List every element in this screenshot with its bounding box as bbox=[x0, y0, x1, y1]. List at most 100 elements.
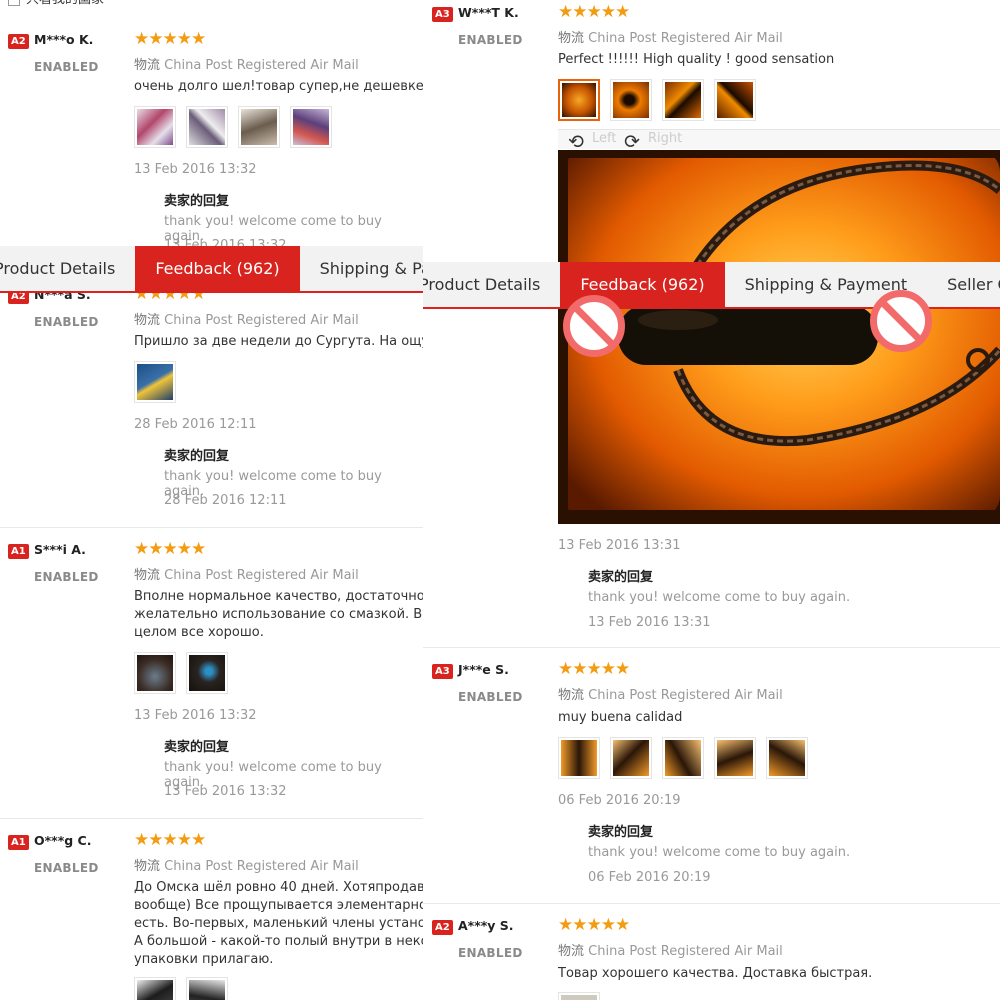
logistics-label: 物流 bbox=[134, 859, 161, 874]
star-rating: ★★★★★ bbox=[558, 2, 630, 22]
feedback-date: 13 Feb 2016 13:31 bbox=[558, 538, 681, 553]
buyer-status: ENABLED bbox=[458, 946, 523, 960]
feedback-text: Perfect !!!!!! High quality ! good sensa… bbox=[558, 52, 835, 67]
tab-product-details[interactable]: Product Details bbox=[0, 246, 135, 291]
logistics-info: 物流 China Post Registered Air Mail bbox=[558, 940, 783, 959]
feedback-item: A1 S***i A. ENABLED ★★★★★ 物流 China Post … bbox=[0, 528, 423, 819]
feedback-text-line: Вполне нормальное качество, достаточно т… bbox=[134, 589, 423, 604]
logistics-info: 物流 China Post Registered Air Mail bbox=[134, 309, 359, 328]
photo-thumbnail-selected[interactable] bbox=[558, 79, 600, 121]
feedback-text: Пришло за две недели до Сургута. На ощуп… bbox=[134, 334, 423, 349]
feedback-date: 28 Feb 2016 12:11 bbox=[134, 417, 257, 432]
photo-thumbnail[interactable] bbox=[714, 737, 756, 779]
rotate-right-label[interactable]: Right bbox=[648, 131, 682, 146]
buyer-status: ENABLED bbox=[458, 690, 523, 704]
feedback-item: A3 J***e S. ENABLED ★★★★★ 物流 China Post … bbox=[423, 648, 1000, 904]
tab-feedback[interactable]: Feedback (962) bbox=[135, 246, 300, 291]
prohibited-icon bbox=[870, 290, 932, 352]
image-rotate-bar: ⟲ Left ⟳ Right bbox=[558, 129, 1000, 153]
photo-thumbnail[interactable] bbox=[134, 106, 176, 148]
logistics-name: China Post Registered Air Mail bbox=[164, 58, 359, 73]
logistics-name: China Post Registered Air Mail bbox=[588, 688, 783, 703]
logistics-name: China Post Registered Air Mail bbox=[164, 859, 359, 874]
logistics-name: China Post Registered Air Mail bbox=[588, 944, 783, 959]
buyer-name: S***i A. bbox=[34, 542, 86, 557]
photo-thumbnail[interactable] bbox=[610, 79, 652, 121]
feedback-date: 13 Feb 2016 13:32 bbox=[134, 708, 257, 723]
photo-thumbnails bbox=[134, 977, 228, 1000]
photo-thumbnails bbox=[558, 992, 600, 1000]
star-rating: ★★★★★ bbox=[558, 915, 630, 935]
tab-shipping-payment[interactable]: Shipping & Payment bbox=[300, 246, 423, 291]
buyer-name: M***o K. bbox=[34, 32, 94, 47]
logistics-info: 物流 China Post Registered Air Mail bbox=[134, 54, 359, 73]
photo-thumbnail[interactable] bbox=[134, 652, 176, 694]
photo-thumbnail[interactable] bbox=[290, 106, 332, 148]
feedback-item: A1 O***g C. ENABLED ★★★★★ 物流 China Post … bbox=[0, 819, 423, 1000]
rotate-left-label[interactable]: Left bbox=[592, 131, 616, 146]
photo-thumbnail[interactable] bbox=[558, 992, 600, 1000]
logistics-label: 物流 bbox=[558, 31, 585, 46]
feedback-date: 13 Feb 2016 13:32 bbox=[134, 162, 257, 177]
seller-reply-title: 卖家的回复 bbox=[164, 740, 230, 755]
logistics-label: 物流 bbox=[134, 313, 161, 328]
logistics-name: China Post Registered Air Mail bbox=[588, 31, 783, 46]
photo-thumbnail[interactable] bbox=[134, 977, 176, 1000]
buyer-status: ENABLED bbox=[34, 861, 99, 875]
seller-reply-date: 06 Feb 2016 20:19 bbox=[588, 870, 711, 885]
seller-reply-text: thank you! welcome come to buy again. bbox=[588, 590, 851, 605]
star-rating: ★★★★★ bbox=[134, 539, 206, 559]
buyer-status: ENABLED bbox=[34, 570, 99, 584]
feedback-text-line: есть. Во-первых, маленький члены установ… bbox=[134, 916, 423, 931]
buyer-name: J***e S. bbox=[458, 662, 509, 677]
photo-thumbnail[interactable] bbox=[662, 79, 704, 121]
buyer-level-badge: A1 bbox=[8, 544, 29, 559]
seller-reply-date: 13 Feb 2016 13:32 bbox=[164, 784, 287, 799]
seller-reply-date: 28 Feb 2016 12:11 bbox=[164, 493, 287, 508]
buyer-status: ENABLED bbox=[458, 33, 523, 47]
logistics-label: 物流 bbox=[558, 944, 585, 959]
feedback-text: очень долго шел!товар супер,не дешевке!е… bbox=[134, 79, 423, 94]
photo-thumbnail[interactable] bbox=[134, 361, 176, 403]
buyer-name: A***y S. bbox=[458, 918, 514, 933]
logistics-label: 物流 bbox=[134, 568, 161, 583]
photo-thumbnails bbox=[134, 106, 332, 148]
feedback-text-line: До Омска шёл ровно 40 дней. Хотяпродавец… bbox=[134, 880, 423, 895]
photo-thumbnail[interactable] bbox=[766, 737, 808, 779]
buyer-level-badge: A1 bbox=[8, 835, 29, 850]
feedback-text-line: упаковки прилагаю. bbox=[134, 952, 274, 967]
seller-reply-title: 卖家的回复 bbox=[588, 570, 654, 585]
logistics-label: 物流 bbox=[558, 688, 585, 703]
feedback-item: A2 A***y S. ENABLED ★★★★★ 物流 China Post … bbox=[423, 904, 1000, 1000]
photo-thumbnail[interactable] bbox=[558, 737, 600, 779]
star-rating: ★★★★★ bbox=[558, 659, 630, 679]
star-rating: ★★★★★ bbox=[134, 29, 206, 49]
feedback-text-line: вообще) Все прощупывается элементарно. х… bbox=[134, 898, 423, 913]
seller-reply-title: 卖家的回复 bbox=[164, 449, 230, 464]
feedback-date: 06 Feb 2016 20:19 bbox=[558, 793, 681, 808]
tab-product-details[interactable]: Product Details bbox=[423, 262, 560, 307]
photo-thumbnail[interactable] bbox=[714, 79, 756, 121]
logistics-info: 物流 China Post Registered Air Mail bbox=[558, 27, 783, 46]
logistics-label: 物流 bbox=[134, 58, 161, 73]
logistics-info: 物流 China Post Registered Air Mail bbox=[558, 684, 783, 703]
seller-reply-date: 13 Feb 2016 13:31 bbox=[588, 615, 711, 630]
seller-reply-text: thank you! welcome come to buy again. bbox=[588, 845, 851, 860]
photo-thumbnail[interactable] bbox=[186, 106, 228, 148]
photo-thumbnail[interactable] bbox=[186, 977, 228, 1000]
logistics-name: China Post Registered Air Mail bbox=[164, 313, 359, 328]
seller-reply-title: 卖家的回复 bbox=[164, 194, 230, 209]
enlarged-feedback-photo[interactable] bbox=[558, 150, 1000, 524]
tab-seller-guarantees[interactable]: Seller Guarantees bbox=[927, 262, 1000, 307]
product-tabs: Product Details Feedback (962) Shipping … bbox=[0, 246, 423, 293]
photo-thumbnails bbox=[558, 79, 756, 121]
photo-thumbnail[interactable] bbox=[662, 737, 704, 779]
photo-thumbnail[interactable] bbox=[186, 652, 228, 694]
left-feedback-column: 只看我的国家 A2 M***o K. ENABLED ★★★★★ 物流 Chin… bbox=[0, 0, 423, 1000]
photo-thumbnails bbox=[134, 361, 176, 403]
photo-thumbnail[interactable] bbox=[238, 106, 280, 148]
buyer-level-badge: A2 bbox=[8, 34, 29, 49]
logistics-name: China Post Registered Air Mail bbox=[164, 568, 359, 583]
photo-thumbnail[interactable] bbox=[610, 737, 652, 779]
feedback-text-line: желательно использование со смазкой. В п… bbox=[134, 607, 423, 622]
